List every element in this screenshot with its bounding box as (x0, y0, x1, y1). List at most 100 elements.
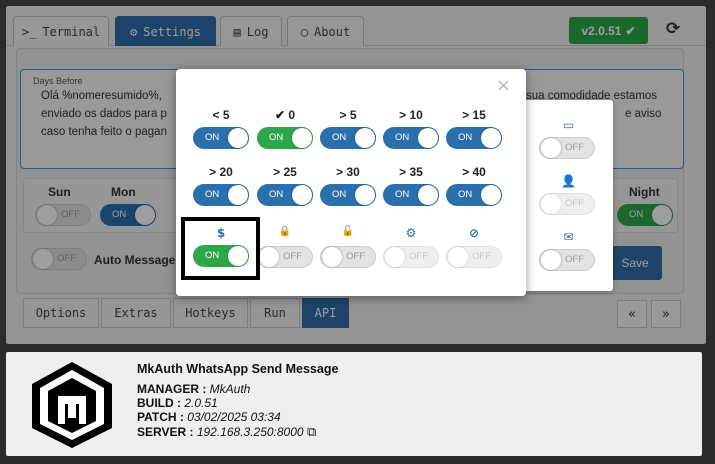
toggle-text: OFF (565, 198, 584, 209)
toggle-side-3[interactable]: OFF (539, 249, 595, 271)
toggle-side-1[interactable]: OFF (539, 137, 595, 159)
build-label: BUILD : (137, 396, 181, 410)
toggle-side-2[interactable]: OFF (539, 193, 595, 215)
toggle-text: OFF (346, 251, 365, 262)
modal-label-after-35: > 35 (383, 165, 439, 179)
toggle-knob (448, 247, 468, 267)
toggle-text: ON (332, 132, 347, 143)
toggle-text: OFF (283, 251, 302, 262)
toggle-text: OFF (409, 251, 428, 262)
toggle-knob (355, 128, 375, 148)
ban-icon: ⊘ (468, 226, 480, 240)
chevron-left-icon: < (212, 108, 220, 122)
modal-label-after-5: > 5 (320, 108, 376, 122)
cell-value: 0 (288, 108, 296, 122)
toggle-before-5[interactable]: ON (193, 127, 249, 149)
toggle-knob (385, 247, 405, 267)
modal-label-after-10: > 10 (383, 108, 439, 122)
toggle-after-10[interactable]: ON (383, 127, 439, 149)
battery-icon: ▭ (562, 118, 575, 132)
toggle-after-30[interactable]: ON (320, 184, 376, 206)
server-label: SERVER : (137, 425, 194, 439)
toggle-knob (292, 128, 312, 148)
cell-value: 20 (219, 165, 233, 179)
cell-value: 30 (346, 165, 360, 179)
chevron-right-icon: > (462, 165, 470, 179)
toggle-knob (541, 250, 561, 270)
gears-icon: ⚙ (405, 226, 417, 240)
modal-label-after-20: > 20 (193, 165, 249, 179)
cell-value: 40 (472, 165, 486, 179)
info-server: SERVER : 192.168.3.250:8000 ⧉ (137, 424, 316, 440)
info-manager: MANAGER : MkAuth (137, 382, 250, 396)
chevron-right-icon: > (399, 165, 407, 179)
chevron-right-icon: > (336, 165, 344, 179)
toggle-after-5[interactable]: ON (320, 127, 376, 149)
app-title: MkAuth WhatsApp Send Message (137, 362, 339, 376)
toggle-text: ON (205, 189, 220, 200)
toggle-knob (322, 247, 342, 267)
toggle-knob (418, 128, 438, 148)
toggle-knob (418, 185, 438, 205)
toggle-knob (259, 247, 279, 267)
chevron-right-icon: > (209, 165, 217, 179)
modal-label-day-0: ✔ 0 (257, 108, 313, 122)
toggle-knob (541, 194, 561, 214)
mkauth-logo-icon (32, 362, 112, 448)
side-toggle-panel: ▭ OFF 👤 OFF ✉ OFF (524, 100, 613, 291)
toggle-knob (355, 185, 375, 205)
toggle-knob (481, 128, 501, 148)
envelope-icon: ✉ (563, 230, 574, 244)
user-times-icon: 👤 (561, 174, 576, 188)
build-value: 2.0.51 (184, 396, 218, 410)
chevron-right-icon: > (399, 108, 407, 122)
toggle-locked[interactable]: OFF (257, 246, 313, 268)
cell-value: 35 (409, 165, 423, 179)
toggle-text: ON (269, 132, 284, 143)
cell-value: 15 (472, 108, 486, 122)
close-icon[interactable]: × (496, 75, 511, 96)
chevron-right-icon: > (339, 108, 347, 122)
toggle-text: OFF (472, 251, 491, 262)
toggle-text: ON (458, 132, 473, 143)
toggle-text: OFF (565, 142, 584, 153)
toggle-after-25[interactable]: ON (257, 184, 313, 206)
toggle-knob (228, 185, 248, 205)
chevron-right-icon: > (462, 108, 470, 122)
patch-label: PATCH : (137, 410, 184, 424)
toggle-service[interactable]: OFF (383, 246, 439, 268)
toggle-text: ON (458, 189, 473, 200)
modal-label-after-15: > 15 (446, 108, 502, 122)
modal-label-before-5: < 5 (193, 108, 249, 122)
patch-value: 03/02/2025 03:34 (187, 410, 281, 424)
unlock-icon: 🔓 (341, 226, 355, 237)
toggle-text: ON (395, 132, 410, 143)
app-root: { "tabs": [ {"icon": ">_", "label": "Ter… (0, 0, 715, 464)
toggle-cancelled[interactable]: OFF (446, 246, 502, 268)
manager-label: MANAGER : (137, 382, 207, 396)
toggle-text: OFF (565, 254, 584, 265)
toggle-after-40[interactable]: ON (446, 184, 502, 206)
check-icon: ✔ (274, 108, 286, 122)
toggle-knob (292, 185, 312, 205)
cell-value: 25 (283, 165, 297, 179)
toggle-knob (481, 185, 501, 205)
manager-value: MkAuth (209, 382, 251, 396)
copy-icon[interactable]: ⧉ (307, 424, 316, 439)
chevron-right-icon: > (273, 165, 281, 179)
toggle-after-15[interactable]: ON (446, 127, 502, 149)
cell-value: 5 (349, 108, 357, 122)
modal-label-after-30: > 30 (320, 165, 376, 179)
modal-label-after-25: > 25 (257, 165, 313, 179)
toggle-after-35[interactable]: ON (383, 184, 439, 206)
toggle-unlocked[interactable]: OFF (320, 246, 376, 268)
info-patch: PATCH : 03/02/2025 03:34 (137, 410, 281, 424)
cell-value: 10 (409, 108, 423, 122)
modal-label-after-40: > 40 (446, 165, 502, 179)
toggle-day-0[interactable]: ON (257, 127, 313, 149)
toggle-text: ON (332, 189, 347, 200)
toggle-after-20[interactable]: ON (193, 184, 249, 206)
toggle-text: ON (395, 189, 410, 200)
toggle-text: ON (269, 189, 284, 200)
info-build: BUILD : 2.0.51 (137, 396, 218, 410)
